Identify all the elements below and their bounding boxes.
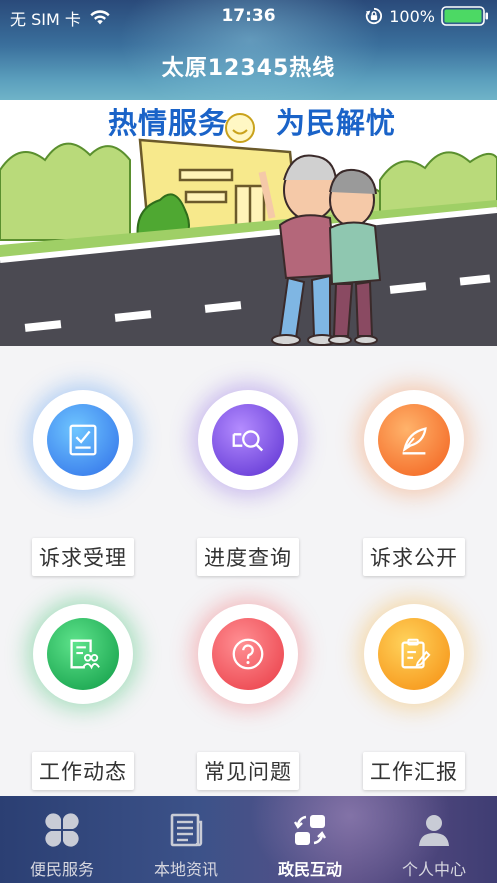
tile-orb	[378, 618, 450, 690]
service-tile-faq[interactable]: 常见问题	[178, 582, 318, 790]
service-tile-progress[interactable]: 进度查询	[178, 368, 318, 576]
tab-profile[interactable]: 个人中心	[372, 796, 496, 883]
tab-label: 便民服务	[29, 860, 94, 879]
report-people-icon	[70, 639, 100, 670]
slogan-left: 热情服务	[108, 106, 229, 140]
user-icon	[419, 815, 449, 846]
battery-percent: 100%	[389, 6, 435, 26]
search-progress-icon	[232, 430, 264, 452]
promo-banner[interactable]: 热情服务 为民解忧	[0, 100, 497, 346]
tile-label: 进度查询	[197, 538, 299, 576]
service-grid: 诉求受理 进度查询 诉求公开 工作动态 常见问题 工作汇报	[0, 346, 497, 796]
question-icon	[232, 638, 264, 670]
status-bar-right: 100%	[365, 6, 489, 26]
service-tile-report[interactable]: 工作汇报	[344, 582, 484, 790]
tile-label: 常见问题	[197, 752, 299, 790]
newspaper-icon	[170, 813, 203, 847]
clover-grid-icon	[45, 813, 79, 847]
tab-gov-interaction[interactable]: 政民互动	[248, 796, 372, 883]
slogan-right: 为民解忧	[276, 106, 397, 140]
banner-slogan: 热情服务 为民解忧	[108, 100, 396, 142]
rotation-lock-icon	[366, 7, 383, 25]
tile-label: 诉求受理	[32, 538, 134, 576]
tile-orb	[47, 618, 119, 690]
tile-orb	[378, 404, 450, 476]
tile-orb	[47, 404, 119, 476]
battery-icon	[441, 6, 488, 26]
tile-label: 工作汇报	[363, 752, 465, 790]
tab-label: 本地资讯	[153, 860, 218, 879]
page-title: 太原12345热线	[161, 56, 336, 81]
tile-orb	[212, 404, 284, 476]
service-tile-complaint[interactable]: 诉求受理	[13, 368, 153, 576]
tab-local-news[interactable]: 本地资讯	[124, 796, 248, 883]
status-bar: 无 SIM 卡 17:36 100%	[0, 4, 497, 30]
tile-orb	[212, 618, 284, 690]
service-tile-news[interactable]: 工作动态	[13, 582, 153, 790]
tab-label: 政民互动	[277, 860, 342, 879]
tile-label: 工作动态	[32, 752, 134, 790]
tab-convenience-services[interactable]: 便民服务	[0, 796, 124, 883]
quill-icon	[402, 427, 427, 455]
tab-label: 个人中心	[401, 860, 466, 879]
exchange-icon	[293, 815, 327, 845]
service-tile-disclosure[interactable]: 诉求公开	[344, 368, 484, 576]
clipboard-edit-icon	[401, 638, 431, 669]
bottom-tab-bar: 便民服务 本地资讯 政民互动 个人中心	[0, 796, 497, 883]
tile-label: 诉求公开	[363, 538, 465, 576]
document-check-icon	[69, 424, 97, 456]
app-header: 无 SIM 卡 17:36 100% 太原12345热线	[0, 0, 497, 100]
